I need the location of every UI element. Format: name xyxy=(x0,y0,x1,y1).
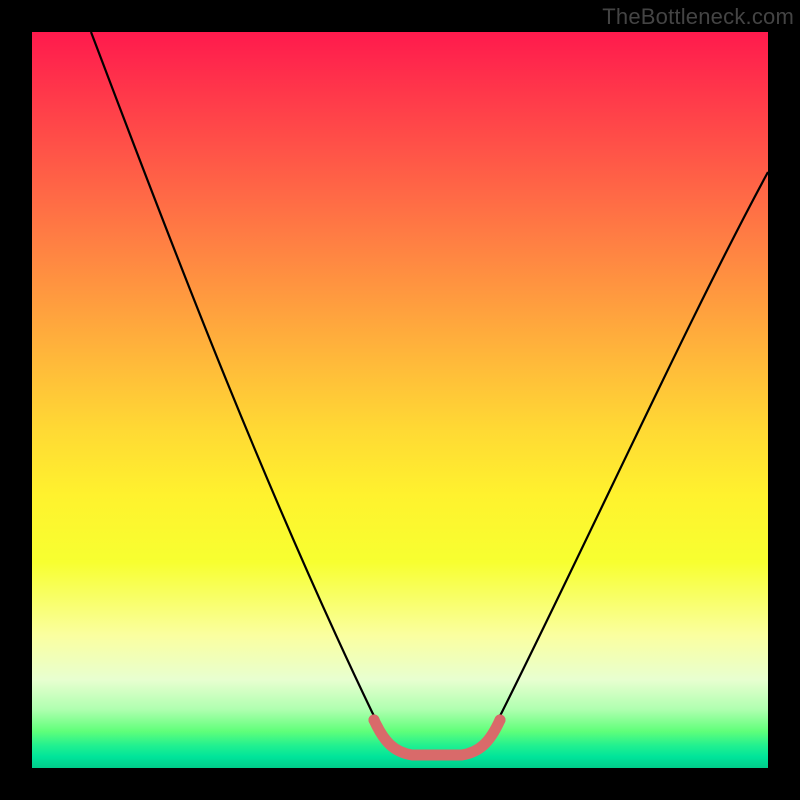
bottleneck-curve xyxy=(91,32,768,756)
optimal-zone-marker xyxy=(374,720,500,755)
optimal-zone-endpoint-left xyxy=(369,715,380,726)
optimal-zone-endpoint-right xyxy=(495,715,506,726)
plot-area xyxy=(32,32,768,768)
attribution-label: TheBottleneck.com xyxy=(602,4,794,30)
curve-layer xyxy=(32,32,768,768)
chart-frame: TheBottleneck.com xyxy=(0,0,800,800)
